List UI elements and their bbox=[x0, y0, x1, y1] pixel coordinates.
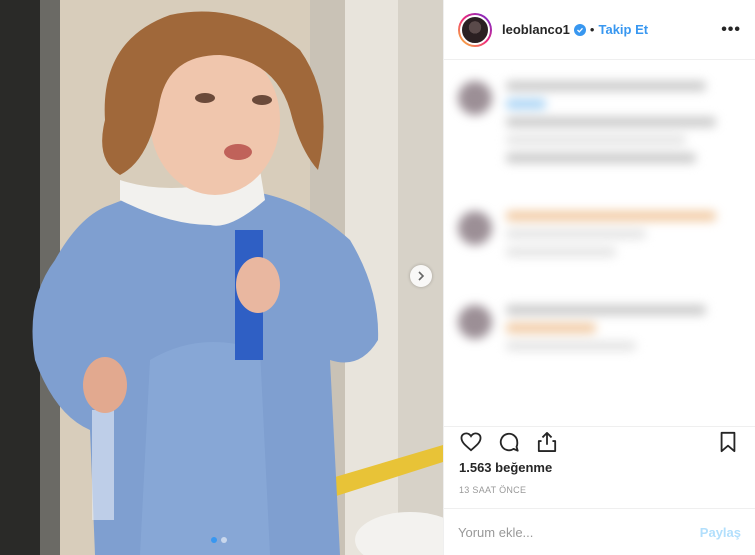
follow-button[interactable]: Takip Et bbox=[598, 22, 648, 37]
chevron-right-icon bbox=[418, 271, 425, 281]
action-bar bbox=[444, 426, 755, 456]
post-photo bbox=[0, 0, 443, 555]
avatar[interactable] bbox=[458, 12, 492, 47]
carousel-next-button[interactable] bbox=[410, 265, 432, 287]
heart-icon bbox=[460, 431, 482, 451]
comment-button[interactable] bbox=[496, 429, 522, 455]
comment-bubble-icon bbox=[499, 432, 519, 452]
carousel-indicator bbox=[211, 537, 227, 543]
avatar-image bbox=[460, 14, 490, 45]
blurred-comments bbox=[444, 61, 755, 419]
comments-section bbox=[444, 61, 755, 426]
comment-avatar bbox=[458, 305, 492, 339]
comment-item bbox=[458, 305, 741, 359]
like-count[interactable]: 1.563 beğenme bbox=[459, 460, 552, 475]
separator-dot: • bbox=[589, 22, 595, 37]
comment-item bbox=[458, 81, 741, 171]
instagram-post: leoblanco1 • Takip Et ••• 1.563 beğenme … bbox=[0, 0, 755, 555]
post-media[interactable] bbox=[0, 0, 443, 555]
verified-badge-icon bbox=[573, 23, 586, 36]
post-comment-button[interactable]: Paylaş bbox=[700, 525, 741, 540]
carousel-dot-1 bbox=[211, 537, 217, 543]
add-comment-section: Paylaş bbox=[444, 508, 755, 555]
post-header: leoblanco1 • Takip Et ••• bbox=[444, 0, 755, 60]
save-button[interactable] bbox=[715, 429, 741, 455]
comment-avatar bbox=[458, 211, 492, 245]
post-timestamp[interactable]: 13 SAAT ÖNCE bbox=[459, 485, 526, 495]
carousel-dot-2 bbox=[221, 537, 227, 543]
post-side-panel: leoblanco1 • Takip Et ••• 1.563 beğenme … bbox=[443, 0, 755, 555]
like-button[interactable] bbox=[458, 429, 484, 455]
username-link[interactable]: leoblanco1 bbox=[502, 22, 570, 37]
more-options-button[interactable]: ••• bbox=[721, 21, 741, 39]
share-button[interactable] bbox=[534, 429, 560, 455]
comment-avatar bbox=[458, 81, 492, 115]
share-icon bbox=[537, 431, 557, 452]
comment-item bbox=[458, 211, 741, 265]
bookmark-icon bbox=[720, 431, 736, 452]
comment-input[interactable] bbox=[458, 524, 700, 540]
